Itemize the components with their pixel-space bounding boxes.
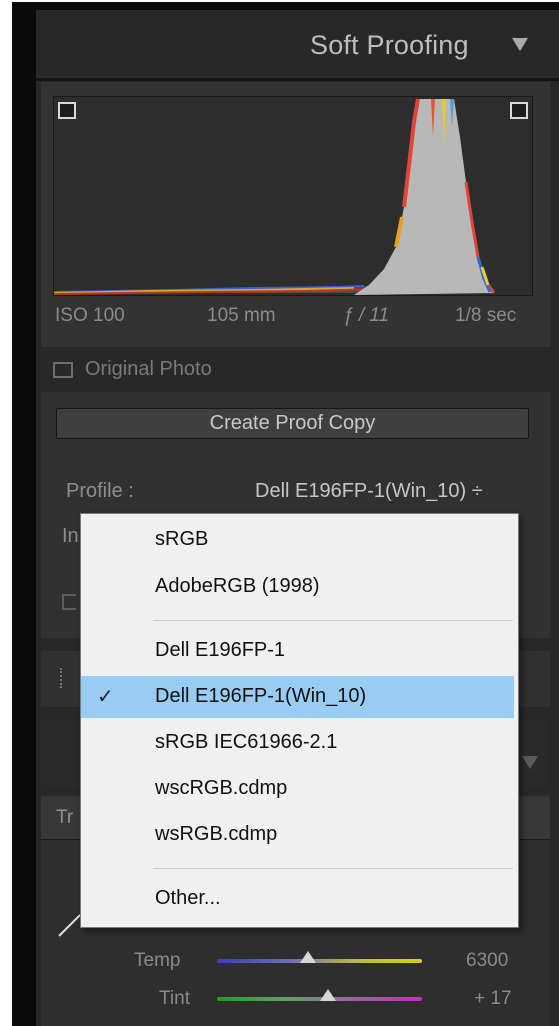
menu-separator xyxy=(153,868,513,869)
menu-item-dell-e196fp-1[interactable]: Dell E196FP-1 xyxy=(81,630,514,672)
divider xyxy=(36,78,559,81)
menu-item-label: sRGB xyxy=(155,528,209,550)
menu-item-other[interactable]: Other... xyxy=(81,878,514,920)
menu-item-srgb[interactable]: sRGB xyxy=(81,519,514,561)
shutter-speed: 1/8 sec xyxy=(455,305,517,326)
section-collapse-icon[interactable] xyxy=(522,756,538,769)
profile-label: Profile : xyxy=(66,480,134,502)
menu-item-dell-e196fp-1-win10[interactable]: ✓ Dell E196FP-1(Win_10) xyxy=(81,676,514,718)
aperture: ƒ / 11 xyxy=(343,305,390,326)
menu-item-label: Other... xyxy=(155,887,221,909)
menu-item-label: Dell E196FP-1 xyxy=(155,639,286,661)
temp-slider-thumb[interactable] xyxy=(300,951,316,963)
menu-item-wsrgb[interactable]: wsRGB.cdmp xyxy=(81,814,514,856)
histogram-graph xyxy=(53,98,496,295)
monitor-gamut-warning-icon[interactable] xyxy=(58,102,76,119)
exif-info: ISO 100 105 mm ƒ / 11 1/8 sec xyxy=(55,305,533,335)
menu-item-label: AdobeRGB (1998) xyxy=(155,575,320,597)
focal-length: 105 mm xyxy=(207,305,276,326)
tint-label: Tint xyxy=(159,988,190,1009)
menu-item-label: Dell E196FP-1(Win_10) xyxy=(155,685,367,707)
iso-value: ISO 100 xyxy=(55,305,125,326)
panel-handle-icon xyxy=(60,668,70,688)
temp-value[interactable]: 6300 xyxy=(466,950,508,972)
triangle-down-icon[interactable] xyxy=(512,38,528,51)
temp-slider-track[interactable] xyxy=(217,959,422,963)
menu-item-label: sRGB IEC61966-2.1 xyxy=(155,731,338,753)
profile-dropdown-menu: sRGB AdobeRGB (1998) Dell E196FP-1 ✓ Del… xyxy=(80,513,519,928)
simulate-checkbox[interactable] xyxy=(62,594,76,610)
tint-slider-thumb[interactable] xyxy=(320,989,336,1001)
histogram-luminance-peak xyxy=(354,99,494,295)
profile-select[interactable]: Dell E196FP-1(Win_10) ÷ xyxy=(255,480,483,503)
original-photo-label: Original Photo xyxy=(85,358,212,380)
tint-value[interactable]: + 17 xyxy=(474,988,512,1010)
temp-label: Temp xyxy=(134,950,181,971)
destination-gamut-warning-icon[interactable] xyxy=(510,102,528,119)
histogram[interactable] xyxy=(53,96,533,296)
menu-item-wscrgb[interactable]: wscRGB.cdmp xyxy=(81,768,514,810)
intent-label: In xyxy=(62,525,79,547)
menu-separator xyxy=(153,620,513,621)
menu-item-adobergb[interactable]: AdobeRGB (1998) xyxy=(81,566,514,608)
menu-item-srgb-iec61966[interactable]: sRGB IEC61966-2.1 xyxy=(81,722,514,764)
treatment-label: Tr xyxy=(56,807,74,828)
original-photo-checkbox[interactable] xyxy=(53,362,73,378)
panel-title: Soft Proofing xyxy=(310,30,469,60)
menu-item-label: wscRGB.cdmp xyxy=(155,777,288,799)
create-proof-copy-button[interactable]: Create Proof Copy xyxy=(56,408,529,439)
checkmark-icon: ✓ xyxy=(97,686,114,708)
menu-item-label: wsRGB.cdmp xyxy=(155,823,278,845)
